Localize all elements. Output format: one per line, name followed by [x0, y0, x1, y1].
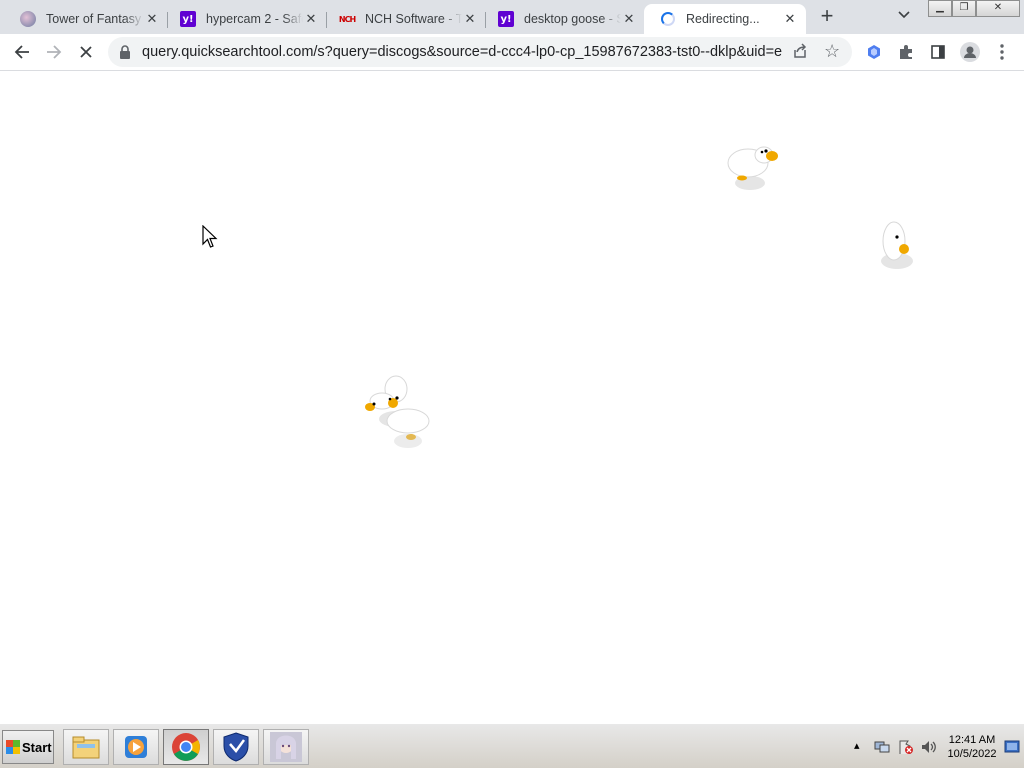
clock-time: 12:41 AM: [948, 734, 996, 746]
tab-title: Redirecting...: [686, 12, 760, 26]
anime-app-icon[interactable]: [263, 729, 309, 765]
url-text[interactable]: query.quicksearchtool.com/s?query=discog…: [142, 37, 782, 67]
stop-loading-button[interactable]: [72, 38, 100, 66]
windows-flag-icon: [6, 740, 20, 754]
show-desktop-icon[interactable]: [1004, 737, 1020, 757]
file-explorer-icon[interactable]: [63, 729, 109, 765]
start-label: Start: [22, 739, 52, 755]
tab-title: desktop goose - S: [524, 12, 621, 26]
back-button[interactable]: [8, 38, 36, 66]
tab-desktop-goose[interactable]: y! desktop goose - S ✕: [482, 4, 645, 34]
minimize-button[interactable]: ▁: [928, 0, 952, 17]
share-icon[interactable]: [792, 43, 808, 63]
tab-tower-of-fantasy[interactable]: Tower of Fantasy - ✕: [4, 4, 168, 34]
close-window-button[interactable]: ✕: [976, 0, 1020, 17]
extension-hexagon-icon[interactable]: [860, 38, 888, 66]
page-content: [0, 71, 1024, 723]
tab-strip: Tower of Fantasy - ✕ y! hypercam 2 - Saf…: [0, 0, 1024, 34]
network-icon[interactable]: [874, 739, 890, 755]
mouse-cursor-icon: [202, 225, 218, 248]
security-shield-icon[interactable]: [213, 729, 259, 765]
goose-2-icon[interactable]: [874, 217, 922, 273]
nch-icon: NCH: [338, 14, 356, 24]
close-icon[interactable]: ✕: [621, 11, 637, 27]
tab-title: hypercam 2 - Safe: [206, 12, 303, 26]
close-icon[interactable]: ✕: [782, 11, 798, 27]
action-center-icon[interactable]: [898, 739, 914, 755]
forward-button[interactable]: [40, 38, 68, 66]
tab-hypercam[interactable]: y! hypercam 2 - Safe ✕: [164, 4, 327, 34]
loading-spinner-icon: [660, 11, 676, 27]
taskbar-clock[interactable]: 12:41 AM 10/5/2022: [942, 733, 1002, 761]
restore-button[interactable]: ❐: [952, 0, 976, 17]
tab-title: NCH Software - Th: [365, 12, 462, 26]
yahoo-icon: y!: [180, 11, 196, 27]
clock-date: 10/5/2022: [947, 748, 997, 760]
stop-x-icon: [80, 46, 92, 58]
address-bar[interactable]: query.quicksearchtool.com/s?query=discog…: [108, 37, 852, 67]
tab-search-chevron-icon[interactable]: [894, 8, 914, 26]
yahoo-icon: y!: [498, 11, 514, 27]
tab-redirecting[interactable]: Redirecting... ✕: [644, 4, 806, 34]
start-button[interactable]: Start: [2, 730, 54, 764]
media-player-icon[interactable]: [113, 729, 159, 765]
extensions-puzzle-icon[interactable]: [892, 38, 920, 66]
tab-nch-software[interactable]: NCH NCH Software - Th ✕: [323, 4, 486, 34]
volume-icon[interactable]: [920, 739, 938, 755]
chrome-icon[interactable]: [163, 729, 209, 765]
tower-of-fantasy-icon: [20, 11, 36, 27]
windows-taskbar: Start ▴ 12:41 AM 10/5/2022: [0, 723, 1024, 768]
browser-toolbar: query.quicksearchtool.com/s?query=discog…: [0, 34, 1024, 71]
profile-avatar-icon[interactable]: [956, 38, 984, 66]
system-tray: ▴ 12:41 AM 10/5/2022: [848, 729, 1024, 765]
new-tab-button[interactable]: +: [814, 5, 840, 28]
close-icon[interactable]: ✕: [303, 11, 319, 27]
close-icon[interactable]: ✕: [462, 11, 478, 27]
tab-title: Tower of Fantasy -: [46, 12, 144, 26]
lock-icon[interactable]: [119, 45, 131, 64]
close-icon[interactable]: ✕: [144, 11, 160, 27]
bookmark-star-icon[interactable]: ☆: [824, 41, 840, 62]
chrome-menu-icon[interactable]: [988, 38, 1016, 66]
show-hidden-icons-chevron[interactable]: ▴: [854, 739, 860, 752]
goose-4-icon[interactable]: [380, 401, 434, 451]
back-arrow-icon: [14, 45, 29, 59]
goose-1-icon[interactable]: [724, 141, 784, 193]
forward-arrow-icon: [47, 45, 62, 59]
side-panel-icon[interactable]: [924, 38, 952, 66]
